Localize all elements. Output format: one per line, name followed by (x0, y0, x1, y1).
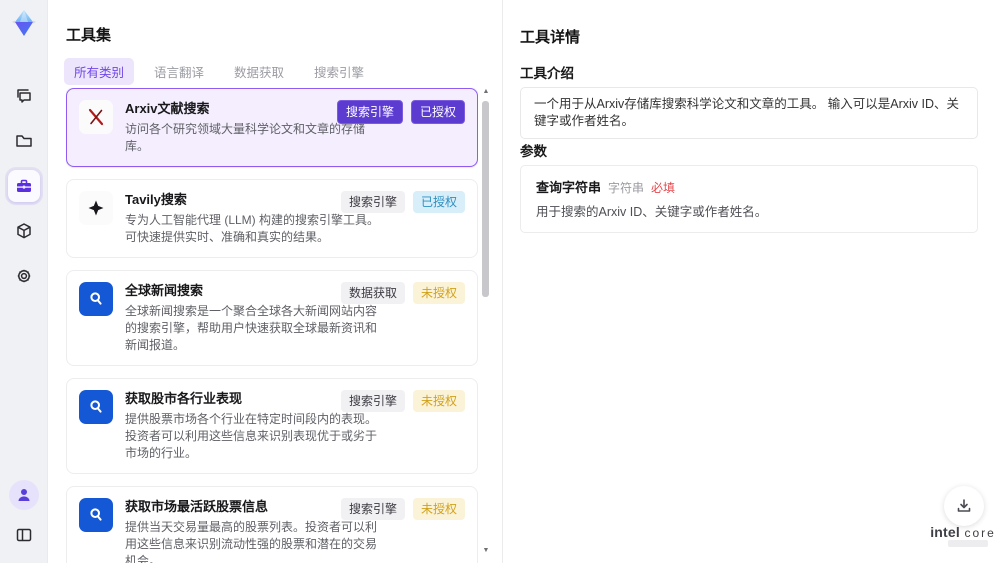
parameter-name: 查询字符串 (536, 180, 602, 195)
details-panel-title: 工具详情 (520, 29, 581, 46)
sidebar-bottom (0, 480, 48, 551)
sidebar-item-packages[interactable] (8, 215, 40, 247)
search-app-icon (79, 282, 113, 316)
category-badge: 数据获取 (340, 282, 405, 304)
tool-card-most-active-stocks[interactable]: 获取市场最活跃股票信息 提供当天交易量最高的股票列表。投资者可以利用这些信息来识… (66, 486, 478, 563)
user-icon (15, 486, 33, 504)
cube-icon (14, 221, 34, 241)
left-sidebar (0, 0, 48, 563)
auth-badge: 未授权 (412, 390, 465, 412)
gear-icon (14, 266, 34, 286)
params-heading: 参数 (520, 144, 547, 159)
sidebar-item-files[interactable] (8, 125, 40, 157)
tool-description: 提供股票市场各个行业在特定时间段内的表现。投资者可以利用这些信息来识别表现优于或… (125, 412, 378, 460)
tool-description: 访问各个研究领域大量科学论文和文章的存储库。 (125, 122, 366, 153)
required-badge: 必填 (651, 181, 676, 195)
tavily-sparkle-icon (79, 191, 113, 225)
chat-icon (14, 86, 34, 106)
download-button[interactable] (944, 486, 984, 526)
sidebar-nav (0, 80, 48, 292)
auth-badge: 已授权 (410, 100, 465, 124)
scroll-down-icon[interactable]: ▼ (482, 547, 490, 555)
tab-language-translation[interactable]: 语言翻译 (144, 58, 214, 85)
tool-list: Arxiv文献搜索 访问各个研究领域大量科学论文和文章的存储库。 搜索引擎 已授… (66, 88, 478, 563)
tab-search-engine[interactable]: 搜索引擎 (304, 58, 374, 85)
auth-badge: 未授权 (412, 498, 465, 520)
sidebar-item-settings[interactable] (8, 260, 40, 292)
app-logo-icon[interactable] (8, 7, 40, 39)
toolbox-icon (14, 176, 34, 196)
auth-badge: 未授权 (412, 282, 465, 304)
tool-intro-box: 一个用于从Arxiv存储库搜索科学论文和文章的工具。 输入可以是Arxiv ID… (520, 87, 978, 139)
tool-card-global-news[interactable]: 全球新闻搜索 全球新闻搜索是一个聚合全球各大新闻网站内容的搜索引擎，帮助用户快速… (66, 270, 478, 366)
search-app-icon (79, 498, 113, 532)
sidebar-item-account[interactable] (9, 480, 39, 510)
tool-list-scrollbar[interactable]: ▲ ▼ (481, 88, 491, 557)
tool-card-tavily[interactable]: Tavily搜索 专为人工智能代理 (LLM) 构建的搜索引擎工具。可快速提供实… (66, 179, 478, 258)
folder-icon (14, 131, 34, 151)
parameter-description: 用于搜索的Arxiv ID、关键字或作者姓名。 (536, 205, 768, 219)
tool-description: 全球新闻搜索是一个聚合全球各大新闻网站内容的搜索引擎，帮助用户快速获取全球最新资… (125, 304, 378, 352)
search-app-icon (79, 390, 113, 424)
tab-data-fetch[interactable]: 数据获取 (224, 58, 294, 85)
tool-description: 提供当天交易量最高的股票列表。投资者可以利用这些信息来识别流动性强的股票和潜在的… (125, 520, 378, 563)
tool-intro-heading: 工具介绍 (520, 66, 574, 81)
scroll-up-icon[interactable]: ▲ (482, 88, 490, 96)
brand-intel-text: intel (930, 524, 960, 540)
tool-description: 专为人工智能代理 (LLM) 构建的搜索引擎工具。可快速提供实时、准确和真实的结… (125, 213, 380, 244)
tool-card-sector-performance[interactable]: 获取股市各行业表现 提供股票市场各个行业在特定时间段内的表现。投资者可以利用这些… (66, 378, 478, 474)
scrollbar-thumb[interactable] (482, 101, 489, 297)
parameter-card: 查询字符串 字符串 必填 用于搜索的Arxiv ID、关键字或作者姓名。 (520, 165, 978, 233)
sidebar-item-chat[interactable] (8, 80, 40, 112)
tool-card-arxiv[interactable]: Arxiv文献搜索 访问各个研究领域大量科学论文和文章的存储库。 搜索引擎 已授… (66, 88, 478, 167)
layout-panel-icon (14, 525, 34, 545)
brand-core-text: core (964, 526, 996, 540)
sidebar-item-toolset[interactable] (8, 170, 40, 202)
tools-panel-title: 工具集 (66, 27, 112, 44)
category-badge: 搜索引擎 (340, 191, 405, 213)
category-tabs: 所有类别 语言翻译 数据获取 搜索引擎 (64, 58, 374, 85)
sidebar-item-collapse[interactable] (8, 519, 40, 551)
category-badge: 搜索引擎 (340, 498, 405, 520)
brand-sub-badge (948, 540, 988, 547)
download-icon (955, 497, 973, 515)
category-badge: 搜索引擎 (336, 100, 403, 124)
arxiv-logo-icon (79, 100, 113, 134)
app-window: 工具集 所有类别 语言翻译 数据获取 搜索引擎 Arxiv文献搜索 访问各个研究… (0, 0, 1000, 563)
parameter-type: 字符串 (608, 181, 645, 195)
tab-all-categories[interactable]: 所有类别 (64, 58, 135, 85)
auth-badge: 已授权 (412, 191, 465, 213)
tool-intro-text: 一个用于从Arxiv存储库搜索科学论文和文章的工具。 输入可以是Arxiv ID… (534, 97, 960, 128)
panel-divider (502, 0, 503, 563)
category-badge: 搜索引擎 (340, 390, 405, 412)
